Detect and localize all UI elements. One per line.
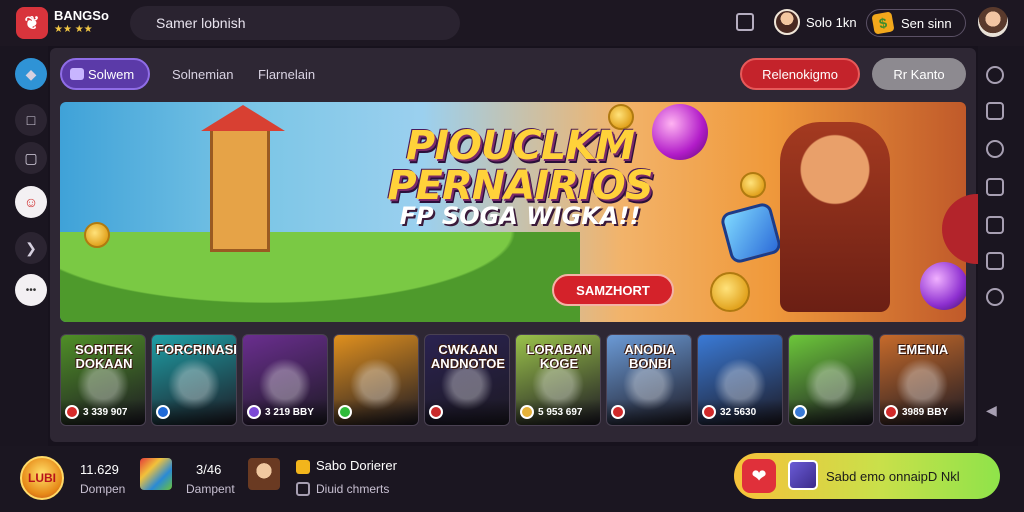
player-avatar[interactable] — [248, 458, 280, 490]
coin-icon: $ — [871, 11, 895, 35]
hero-banner[interactable]: PIOUCLKM PERNAIRIOS FP SOGA WIGKA!! SAMZ… — [60, 102, 966, 322]
tab-bar: Solwem Solnemian Flarnelain Relenokigmo … — [50, 48, 976, 100]
stat-label: Dampent — [186, 482, 235, 496]
banner-subheadline: FP SOGA WIGKA!! — [399, 202, 641, 230]
help-icon[interactable] — [986, 288, 1004, 306]
coin-decoration — [740, 172, 766, 198]
stat-value: 3/46 — [196, 462, 222, 477]
game-card-title: LORABAN KOGE — [526, 342, 592, 371]
banner-orb — [920, 262, 966, 310]
store-icon[interactable]: ▢ — [15, 142, 47, 174]
game-card-title: ANODIA BONBI — [624, 342, 676, 371]
settings-icon[interactable] — [986, 66, 1004, 84]
game-badge-icon — [793, 405, 807, 419]
app-logo-subtitle: ★★ ★★ — [54, 24, 93, 35]
coin-balance-label: Sen sinn — [901, 15, 952, 31]
main-panel: Solwem Solnemian Flarnelain Relenokigmo … — [50, 48, 976, 442]
banner-cta-button[interactable]: SAMZHORT — [552, 274, 674, 306]
game-card[interactable]: LORABAN KOGE 5 953 697 — [515, 334, 601, 426]
chevron-right-icon[interactable]: ❯ — [15, 232, 47, 264]
profile-avatar[interactable] — [978, 7, 1008, 37]
banner-headline-line1: PIOUCLKM — [405, 123, 635, 169]
collapse-arrow-icon[interactable]: ◀ — [986, 402, 997, 419]
game-card[interactable]: 32 5630 — [697, 334, 783, 426]
check-icon — [296, 460, 310, 474]
tab-second[interactable]: Solnemian — [172, 67, 233, 82]
game-badge-icon — [702, 405, 716, 419]
gray-action-button[interactable]: Rr Kanto — [872, 58, 966, 90]
feature-label[interactable]: Diuid chmerts — [316, 482, 389, 496]
banner-gem-cube — [719, 201, 783, 265]
game-card[interactable]: FORCRINASD — [151, 334, 237, 426]
game-badge-icon — [338, 405, 352, 419]
banner-headline: PIOUCLKM PERNAIRIOS — [370, 126, 670, 206]
game-badge-icon — [429, 405, 443, 419]
game-card[interactable]: 3 219 BBY — [242, 334, 328, 426]
game-thumbnail[interactable] — [140, 458, 172, 490]
right-sidebar: ◀ — [978, 46, 1024, 446]
game-badge-icon — [247, 405, 261, 419]
user-avatar[interactable] — [774, 9, 800, 35]
promo-thumbnail — [788, 460, 818, 490]
stat-label: Dompen — [80, 482, 126, 496]
game-badge-icon — [156, 405, 170, 419]
app-logo[interactable]: ❦ — [16, 7, 48, 39]
coin-balance-button[interactable]: $ Sen sinn — [866, 9, 966, 37]
game-badge-icon — [611, 405, 625, 419]
game-card-title: SORITEK DOKAAN — [75, 342, 133, 371]
bell-icon[interactable] — [986, 140, 1004, 158]
game-badge-icon — [520, 405, 534, 419]
tab-third[interactable]: Flarnelain — [258, 67, 315, 82]
game-badge-icon — [884, 405, 898, 419]
red-action-button[interactable]: Relenokigmo — [740, 58, 860, 90]
game-card-title: EMENIA — [897, 342, 949, 357]
app-logo-title: BANGSo — [54, 8, 109, 23]
feature-label[interactable]: Sabo Dorierer — [316, 458, 397, 473]
game-card-title: CWKAAN ANDNOTOE — [430, 342, 506, 371]
banner-hero-character — [780, 122, 890, 312]
game-card[interactable]: CWKAAN ANDNOTOE — [424, 334, 510, 426]
more-icon[interactable]: ••• — [15, 274, 47, 306]
game-card-title: FORCRINASD — [156, 342, 237, 357]
game-badge-icon — [65, 405, 79, 419]
heart-icon: ❤ — [742, 459, 776, 493]
game-card[interactable] — [788, 334, 874, 426]
banner-tower — [201, 105, 285, 252]
coin-decoration — [710, 272, 750, 312]
banner-grass — [60, 232, 580, 322]
stat-value: 11.629 — [80, 462, 119, 477]
game-card[interactable]: SORITEK DOKAAN 3 339 907 — [60, 334, 146, 426]
banner-headline-line2: PERNAIRIOS — [387, 163, 653, 209]
grid-icon[interactable] — [986, 252, 1004, 270]
user-name[interactable]: Solo 1kn — [806, 15, 857, 30]
tab-featured[interactable]: Solwem — [60, 58, 150, 90]
chart-icon — [296, 482, 310, 496]
game-controller-icon — [70, 68, 84, 80]
window-icon[interactable] — [986, 102, 1004, 120]
home-icon[interactable]: ◆ — [15, 58, 47, 90]
camera-icon[interactable] — [986, 216, 1004, 234]
left-sidebar: ◆ □ ▢ ☺ ❯ ••• — [0, 46, 48, 446]
library-icon[interactable]: □ — [15, 104, 47, 136]
coin-decoration — [84, 222, 110, 248]
chat-icon[interactable] — [986, 178, 1004, 196]
search-input[interactable]: Samer lobnish — [130, 6, 460, 40]
friends-icon[interactable]: ☺ — [15, 186, 47, 218]
game-card[interactable]: ANODIA BONBI — [606, 334, 692, 426]
top-bar: ❦ BANGSo ★★ ★★ Samer lobnish Solo 1kn $ … — [0, 0, 1024, 46]
promo-label: Sabd emo onnaipD Nkl — [826, 468, 960, 484]
tab-featured-label: Solwem — [88, 66, 135, 82]
game-card[interactable]: EMENIA 3989 BBY — [879, 334, 965, 426]
clipboard-icon[interactable] — [736, 13, 754, 31]
rewards-logo[interactable]: LUBI — [20, 456, 64, 500]
game-card[interactable] — [333, 334, 419, 426]
promo-button[interactable]: ❤ Sabd emo onnaipD Nkl — [734, 453, 1000, 499]
game-row: SORITEK DOKAAN 3 339 907 FORCRINASD 3 219 B… — [60, 334, 966, 428]
